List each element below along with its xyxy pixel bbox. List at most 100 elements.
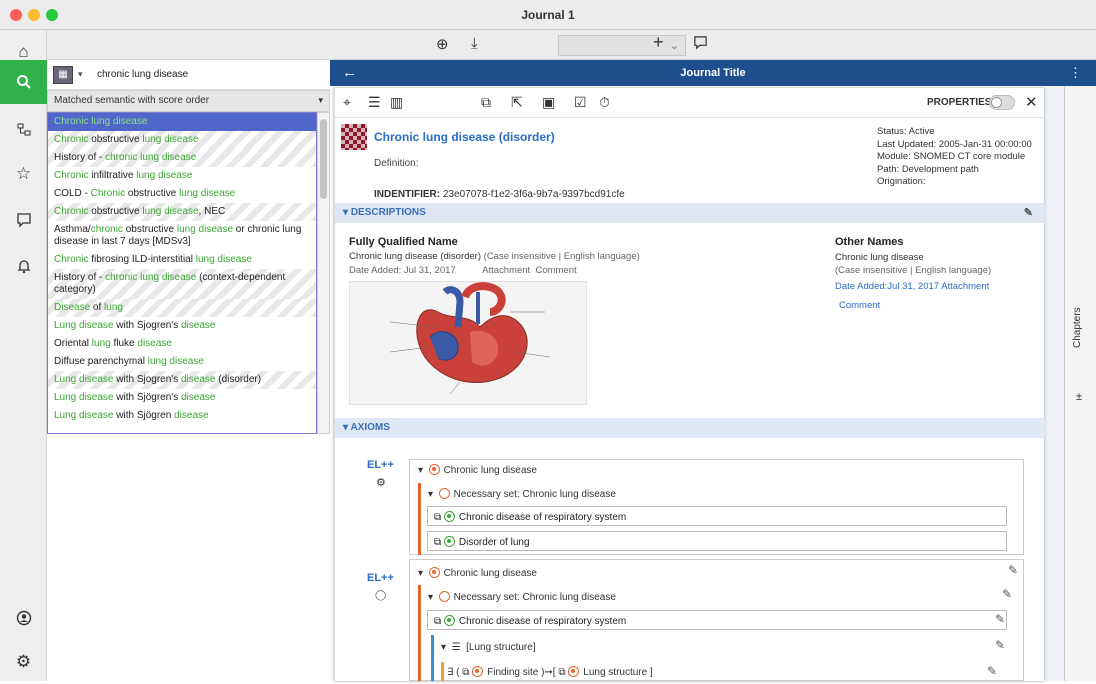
identifier-row: INDENTIFIER: 23e07078-f1e2-3f6a-9b7a-939… <box>374 189 625 200</box>
search-result-item[interactable]: Lung disease with Sjogren's disease (dis… <box>48 371 316 389</box>
role-group-bar <box>431 635 434 681</box>
heart-illustration <box>349 281 587 405</box>
search-result-item[interactable]: Chronic obstructive lung disease, NEC <box>48 203 316 221</box>
history-icon[interactable]: ⏱ <box>599 94 610 111</box>
archive-icon[interactable]: ▣ <box>542 94 555 111</box>
fqn-date: Date Added: Jul 31, 2017 Attachment Comm… <box>349 265 577 276</box>
chapters-label: Chapters <box>1072 307 1083 348</box>
journal-title: Journal Title <box>680 67 746 79</box>
descriptions-header[interactable]: ▾ DESCRIPTIONS ✎ <box>335 203 1045 223</box>
other-attachment-link[interactable]: Attachment <box>941 281 989 292</box>
fqn-text: Chronic lung disease (disorder) (Case in… <box>349 251 640 262</box>
concept-icon <box>341 124 367 150</box>
comment-toolbar-icon[interactable] <box>693 35 708 54</box>
search-results-list: Chronic lung disease Chronic obstructive … <box>47 112 317 434</box>
concept-card: ⌖ ☰ ▥ ⧉ ⇱ ▣ ☑ ⏱ PROPERTIES ✕ Chronic lun… <box>334 88 1045 681</box>
chevron-down-icon: ⌄ <box>669 40 679 52</box>
definition-label: Definition: <box>374 158 419 169</box>
scrollbar-thumb[interactable] <box>320 119 327 199</box>
search-result-item[interactable]: Chronic lung disease <box>48 113 316 131</box>
download-icon[interactable]: ⤓ <box>471 35 478 52</box>
chapters-pin-icon[interactable]: ± <box>1076 391 1082 403</box>
edit-icon[interactable]: ✎ <box>1002 587 1012 601</box>
axioms-header[interactable]: ▾ AXIOMS <box>335 418 1045 438</box>
toolbar-select[interactable]: ⌄ <box>558 35 686 56</box>
chapters-panel[interactable]: Chapters ± <box>1064 86 1096 681</box>
search-result-item[interactable]: Lung disease with Sjögren's disease <box>48 389 316 407</box>
bell-icon[interactable] <box>0 244 47 288</box>
fqn-attachment-link[interactable]: Attachment <box>482 265 530 276</box>
comment-icon[interactable] <box>0 198 47 242</box>
edit-icon[interactable]: ✎ <box>987 664 997 678</box>
status-text: Status: Active <box>877 126 935 137</box>
search-result-item[interactable]: History of - chronic lung disease <box>48 149 316 167</box>
necessary-set-row[interactable]: ▾ Necessary set: Chronic lung disease <box>428 488 616 500</box>
other-comment-link[interactable]: Comment <box>839 300 880 311</box>
edit-icon[interactable]: ✎ <box>995 612 1005 626</box>
existential-restriction-row[interactable]: ∃ ( ⧉ Finding site )➞[ ⧉ Lung structure … <box>447 666 653 678</box>
left-nav: ⌂ ☆ ⚙ <box>0 30 47 681</box>
user-icon[interactable] <box>0 596 47 640</box>
properties-toggle[interactable] <box>989 95 1015 110</box>
axiom-concept-row[interactable]: ▾ Chronic lung disease <box>418 464 537 476</box>
search-input[interactable]: chronic lung disease <box>93 65 327 85</box>
search-result-item[interactable]: Disease of lung <box>48 299 316 317</box>
copy-icon[interactable]: ⧉ <box>481 94 491 111</box>
list-icon[interactable]: ☰ <box>368 94 381 111</box>
existential-bar <box>441 662 444 681</box>
comment-bubble-icon[interactable]: ◯ <box>375 590 386 601</box>
search-result-item[interactable]: Oriental lung fluke disease <box>48 335 316 353</box>
parent-chip[interactable]: ⧉ Chronic disease of respiratory system <box>427 610 1007 630</box>
edit-descriptions-icon[interactable]: ✎ <box>1024 206 1033 219</box>
necessary-set-row[interactable]: ▾ Necessary set: Chronic lung disease <box>428 591 616 603</box>
parent-chip[interactable]: ⧉ Disorder of lung <box>427 531 1007 551</box>
fqn-title: Fully Qualified Name <box>349 236 458 248</box>
search-result-item[interactable]: Lung disease with Sjogren's disease <box>48 317 316 335</box>
search-icon[interactable] <box>0 60 47 104</box>
target-icon[interactable]: ⊕ <box>436 35 449 53</box>
search-result-item[interactable]: COLD - Chronic obstructive lung disease <box>48 185 316 203</box>
hierarchy-icon[interactable] <box>0 108 47 152</box>
search-result-item[interactable]: History of - chronic lung disease (conte… <box>48 269 316 299</box>
star-icon[interactable]: ☆ <box>0 152 47 196</box>
search-result-item[interactable]: Lung disease with Sjögren disease <box>48 407 316 425</box>
path-text: Path: Development path <box>877 163 979 175</box>
add-icon[interactable]: + <box>653 32 664 53</box>
search-result-item[interactable]: Diffuse parenchymal lung disease <box>48 353 316 371</box>
other-names-title: Other Names <box>835 236 904 248</box>
match-mode-select[interactable]: Matched semantic with score order ▾ <box>47 90 330 112</box>
search-type-chevron-icon[interactable]: ▾ <box>78 69 83 80</box>
table-icon[interactable]: ▥ <box>390 94 403 111</box>
search-result-item[interactable]: Asthma/chronic obstructive lung disease … <box>48 221 316 251</box>
results-scrollbar[interactable] <box>317 112 330 434</box>
journal-background <box>1044 86 1064 681</box>
necessary-set-bar <box>418 483 421 555</box>
el-plus-plus-label: EL++ <box>367 572 394 584</box>
edit-icon[interactable]: ✎ <box>1008 563 1018 577</box>
crosshair-icon[interactable]: ⌖ <box>343 94 351 111</box>
chevron-down-icon: ▾ <box>318 95 323 105</box>
origination-text: Origination: <box>877 176 926 187</box>
module-text: Module: SNOMED CT core module <box>877 151 1026 162</box>
role-group-row[interactable]: ▾ ☰ [Lung structure] <box>441 642 536 653</box>
checkbox-icon[interactable]: ☑ <box>574 94 587 111</box>
export-icon[interactable]: ⇱ <box>511 94 523 111</box>
reasoner-gears-icon[interactable]: ⚙ <box>376 476 386 489</box>
fqn-comment-link[interactable]: Comment <box>535 265 576 276</box>
last-updated-text: Last Updated: 2005-Jan-31 00:00:00 <box>877 138 1032 150</box>
search-result-item[interactable]: Chronic obstructive lung disease <box>48 131 316 149</box>
card-toolbar: ⌖ ☰ ▥ ⧉ ⇱ ▣ ☑ ⏱ PROPERTIES ✕ <box>335 88 1045 118</box>
parent-chip[interactable]: ⧉ Chronic disease of respiratory system <box>427 506 1007 526</box>
settings-icon[interactable]: ⚙ <box>0 640 47 684</box>
search-result-item[interactable]: Chronic fibrosing ILD-interstitial lung … <box>48 251 316 269</box>
edit-icon[interactable]: ✎ <box>995 638 1005 652</box>
el-plus-plus-label: EL++ <box>367 459 394 471</box>
search-result-item[interactable]: Chronic infiltrative lung disease <box>48 167 316 185</box>
other-names-text: Chronic lung disease (Case insensitive | … <box>835 252 992 276</box>
close-icon[interactable]: ✕ <box>1025 93 1038 111</box>
more-options-icon[interactable]: ⋮ <box>1069 65 1082 81</box>
search-type-icon[interactable]: ▦ <box>53 66 73 84</box>
main-toolbar: ⊕ ⤓ ⌄ + <box>47 30 1096 60</box>
axiom-concept-row[interactable]: ▾ Chronic lung disease <box>418 567 537 579</box>
concept-name[interactable]: Chronic lung disease (disorder) <box>374 130 555 144</box>
